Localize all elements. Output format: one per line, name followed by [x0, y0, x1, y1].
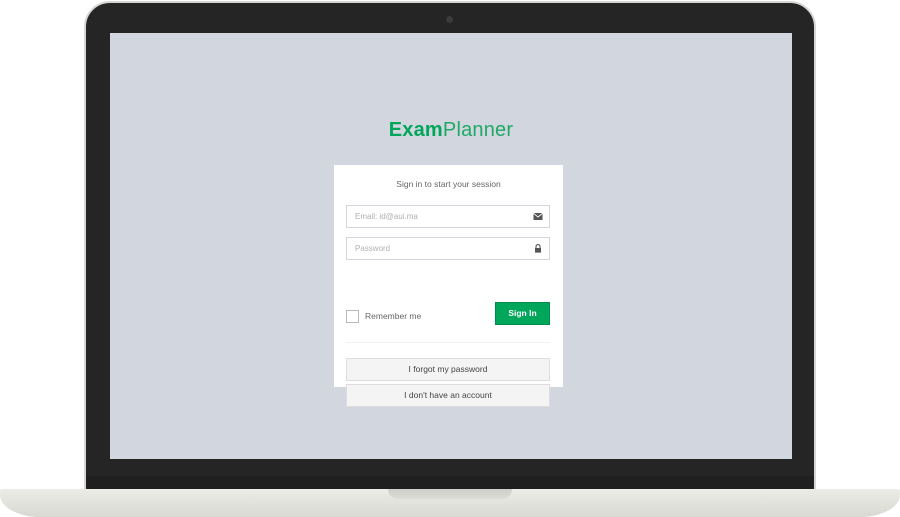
email-field [346, 205, 550, 228]
remember-me: Remember me [346, 309, 421, 323]
logo-light-text: Planner [442, 119, 514, 141]
password-input[interactable] [347, 238, 527, 259]
app-logo[interactable]: ExamPlanner [110, 119, 792, 142]
laptop-notch [388, 489, 512, 499]
remember-checkbox[interactable] [346, 309, 359, 323]
login-message: Sign in to start your session [396, 179, 501, 189]
envelope-icon [533, 212, 543, 220]
camera-dot [446, 16, 453, 23]
logo-bold-text: Exam [388, 119, 443, 141]
login-page: ExamPlanner Sign in to start your sessio… [110, 33, 792, 459]
divider [346, 342, 550, 343]
laptop-mockup: ExamPlanner Sign in to start your sessio… [0, 0, 900, 517]
laptop-chin [86, 476, 814, 490]
sign-in-button[interactable]: Sign In [495, 302, 550, 325]
password-field [346, 237, 550, 260]
login-box: Sign in to start your session Remember m… [334, 165, 563, 407]
forgot-password-button[interactable]: I forgot my password [346, 358, 550, 381]
no-account-button[interactable]: I don't have an account [346, 384, 550, 407]
remember-label: Remember me [365, 311, 422, 321]
lock-icon [535, 244, 541, 253]
email-input[interactable] [347, 206, 527, 227]
